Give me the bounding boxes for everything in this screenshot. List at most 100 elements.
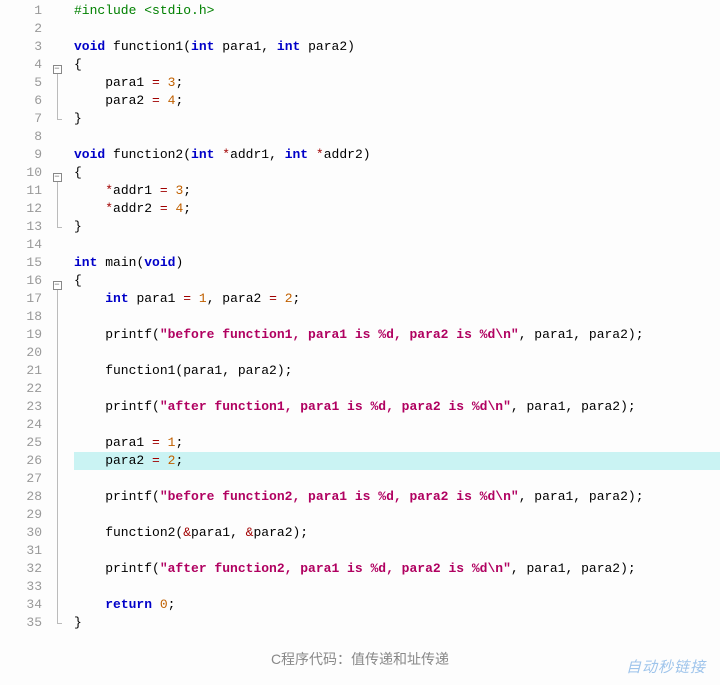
token-inc: #include <stdio.h>	[74, 3, 214, 18]
code-line[interactable]: para1 = 1;	[74, 434, 720, 452]
token-fn	[160, 75, 168, 90]
line-number: 31	[0, 542, 48, 560]
code-line[interactable]	[74, 416, 720, 434]
line-number: 30	[0, 524, 48, 542]
code-line[interactable]: printf("after function2, para1 is %d, pa…	[74, 560, 720, 578]
token-pun: (	[152, 399, 160, 414]
code-line[interactable]: function1(para1, para2);	[74, 362, 720, 380]
line-number: 5	[0, 74, 48, 92]
minus-icon[interactable]: −	[53, 173, 62, 182]
code-line[interactable]: para1 = 3;	[74, 74, 720, 92]
token-op: *	[316, 147, 324, 162]
code-line[interactable]: para2 = 2;	[74, 452, 720, 470]
code-line[interactable]: {	[74, 272, 720, 290]
fold-guide-line	[48, 524, 66, 542]
token-op: =	[269, 291, 277, 306]
fold-empty	[48, 2, 66, 20]
token-pun: {	[74, 273, 82, 288]
token-pun: (para1, para2);	[175, 363, 292, 378]
token-fn: para2	[74, 453, 152, 468]
code-editor[interactable]: 1234567891011121314151617181920212223242…	[0, 0, 720, 645]
token-pun: )	[363, 147, 371, 162]
code-line[interactable]: #include <stdio.h>	[74, 2, 720, 20]
token-num: 0	[160, 597, 168, 612]
fold-guide-line	[48, 92, 66, 110]
token-op: =	[152, 93, 160, 108]
fold-toggle-icon[interactable]: −	[48, 56, 66, 74]
code-line[interactable]: printf("before function1, para1 is %d, p…	[74, 326, 720, 344]
code-line[interactable]	[74, 308, 720, 326]
code-line[interactable]: }	[74, 110, 720, 128]
minus-icon[interactable]: −	[53, 65, 62, 74]
token-fn: function1	[74, 363, 175, 378]
code-line[interactable]	[74, 542, 720, 560]
code-line[interactable]: void function1(int para1, int para2)	[74, 38, 720, 56]
code-line[interactable]: return 0;	[74, 596, 720, 614]
code-line[interactable]: {	[74, 56, 720, 74]
fold-guide-line	[48, 542, 66, 560]
token-kw: int	[277, 39, 308, 54]
token-fn: para1	[74, 435, 152, 450]
code-line[interactable]: printf("before function2, para1 is %d, p…	[74, 488, 720, 506]
code-line[interactable]: }	[74, 614, 720, 632]
token-pun: }	[74, 615, 82, 630]
code-line[interactable]: function2(&para1, &para2);	[74, 524, 720, 542]
fold-guide-line	[48, 416, 66, 434]
code-line[interactable]: para2 = 4;	[74, 92, 720, 110]
fold-guide-line	[48, 308, 66, 326]
line-number: 7	[0, 110, 48, 128]
fold-guide-line	[48, 344, 66, 362]
token-fn: printf	[74, 561, 152, 576]
code-line[interactable]: }	[74, 218, 720, 236]
code-line[interactable]: int main(void)	[74, 254, 720, 272]
code-line[interactable]: {	[74, 164, 720, 182]
minus-icon[interactable]: −	[53, 281, 62, 290]
line-number: 24	[0, 416, 48, 434]
code-line[interactable]	[74, 128, 720, 146]
token-pun: ;	[168, 597, 176, 612]
code-area[interactable]: #include <stdio.h>void function1(int par…	[66, 0, 720, 645]
code-line[interactable]: void function2(int *addr1, int *addr2)	[74, 146, 720, 164]
token-fn	[160, 453, 168, 468]
code-line[interactable]	[74, 470, 720, 488]
fold-guide-line	[48, 326, 66, 344]
fold-toggle-icon[interactable]: −	[48, 272, 66, 290]
token-pun: , para1, para2);	[519, 327, 644, 342]
token-pun: , para1, para2);	[519, 489, 644, 504]
line-number: 8	[0, 128, 48, 146]
fold-guide-line	[48, 398, 66, 416]
code-line[interactable]	[74, 578, 720, 596]
token-str: "after function1, para1 is %d, para2 is …	[160, 399, 511, 414]
token-kw: void	[74, 147, 113, 162]
code-line[interactable]: printf("after function1, para1 is %d, pa…	[74, 398, 720, 416]
token-fn: para2	[222, 291, 269, 306]
code-line[interactable]: *addr2 = 4;	[74, 200, 720, 218]
code-line[interactable]: int para1 = 1, para2 = 2;	[74, 290, 720, 308]
line-number: 10	[0, 164, 48, 182]
token-pun: ,	[269, 147, 285, 162]
fold-guide-line	[48, 560, 66, 578]
token-fn: addr1	[230, 147, 269, 162]
token-pun: )	[175, 255, 183, 270]
code-line[interactable]	[74, 236, 720, 254]
token-fn: main	[105, 255, 136, 270]
fold-gutter[interactable]: − − −	[48, 0, 66, 645]
code-line[interactable]: *addr1 = 3;	[74, 182, 720, 200]
token-kw: int	[74, 255, 105, 270]
token-fn: function1	[113, 39, 183, 54]
token-pun: ,	[230, 525, 246, 540]
fold-empty	[48, 236, 66, 254]
token-num: 1	[199, 291, 207, 306]
line-number: 34	[0, 596, 48, 614]
code-line[interactable]	[74, 380, 720, 398]
code-line[interactable]	[74, 344, 720, 362]
code-line[interactable]	[74, 20, 720, 38]
fold-toggle-icon[interactable]: −	[48, 164, 66, 182]
token-pun: (	[152, 489, 160, 504]
code-line[interactable]	[74, 506, 720, 524]
token-op: =	[152, 453, 160, 468]
token-pun: ;	[175, 93, 183, 108]
line-number: 17	[0, 290, 48, 308]
token-pun: ;	[175, 453, 183, 468]
token-num: 2	[285, 291, 293, 306]
